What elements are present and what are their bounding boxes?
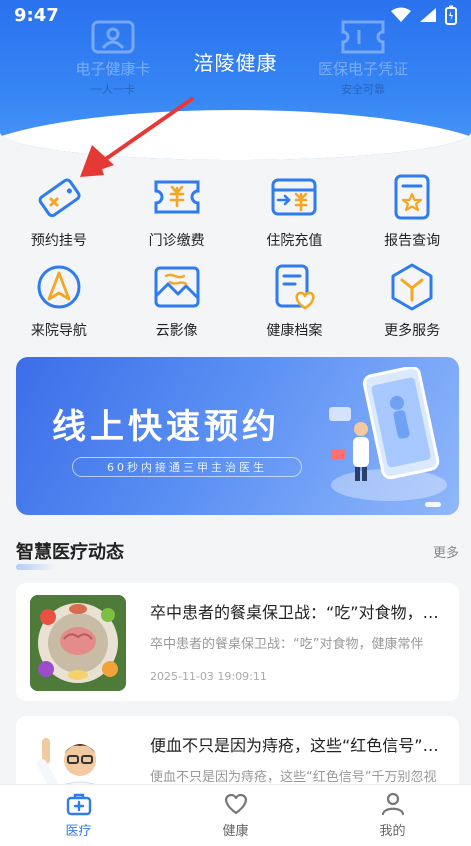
nav-tab-health[interactable]: 健康 bbox=[157, 785, 314, 846]
header: 9:47 电子健康卡 一人一卡 涪陵健康 医保电子凭证 安全可靠 bbox=[0, 0, 471, 160]
news-title: 便血不只是因为痔疮，这些“红色信号”千万别忽视 bbox=[150, 736, 445, 755]
heart-icon bbox=[224, 793, 247, 815]
quick-action-label: 来院导航 bbox=[30, 323, 87, 339]
bottom-navigation: 医疗 健康 我的 bbox=[0, 784, 471, 846]
battery-icon bbox=[445, 5, 457, 25]
quick-action-label: 云影像 bbox=[155, 323, 198, 339]
quick-action-report-query[interactable]: 报告查询 bbox=[353, 170, 471, 250]
quick-action-label: 住院充值 bbox=[266, 233, 323, 249]
more-link[interactable]: 更多 bbox=[433, 542, 459, 561]
quick-action-outpatient-payment[interactable]: 门诊缴费 bbox=[118, 170, 236, 250]
nav-tab-medical[interactable]: 医疗 bbox=[0, 785, 157, 846]
nav-label: 我的 bbox=[379, 824, 406, 839]
report-clipboard-icon bbox=[385, 170, 439, 224]
quick-action-label: 预约挂号 bbox=[30, 233, 87, 249]
nav-label: 健康 bbox=[222, 824, 249, 839]
banner-subtitle: 60秒内接通三甲主治医生 bbox=[72, 457, 302, 477]
quick-action-label: 报告查询 bbox=[384, 233, 441, 249]
news-section-header: 智慧医疗动态 更多 bbox=[16, 538, 459, 570]
wallet-recharge-icon bbox=[267, 170, 321, 224]
news-body: 卒中患者的餐桌保卫战：“吃”对食物，健康常伴 卒中患者的餐桌保卫战：“吃”对食物… bbox=[150, 595, 445, 689]
doctor-phone-illustration-icon bbox=[329, 367, 447, 501]
banner-indicator[interactable] bbox=[425, 502, 441, 507]
nav-label: 医疗 bbox=[65, 824, 92, 839]
news-date: 2025-11-03 19:09:11 bbox=[150, 670, 267, 683]
quick-action-label: 更多服务 bbox=[384, 323, 441, 339]
payment-ticket-icon bbox=[150, 170, 204, 224]
medical-kit-icon bbox=[66, 793, 91, 816]
quick-action-cloud-imaging[interactable]: 云影像 bbox=[118, 260, 236, 340]
news-description: 便血不只是因为痔疮，这些“红色信号”千万别忽视 bbox=[150, 770, 437, 785]
promo-banner[interactable]: 线上快速预约 60秒内接通三甲主治医生 bbox=[16, 357, 459, 515]
banner-title: 线上快速预约 bbox=[52, 407, 280, 447]
news-card[interactable]: 卒中患者的餐桌保卫战：“吃”对食物，健康常伴 卒中患者的餐桌保卫战：“吃”对食物… bbox=[16, 583, 459, 701]
health-record-icon bbox=[267, 260, 321, 314]
navigation-arrow-icon bbox=[32, 260, 86, 314]
quick-actions-grid: 预约挂号 门诊缴费 住院充值 报告查询 来院导航 云影像 健康档案 更多服务 bbox=[0, 170, 471, 340]
user-icon bbox=[381, 792, 404, 816]
quick-action-hospital-navigation[interactable]: 来院导航 bbox=[0, 260, 118, 340]
quick-action-health-record[interactable]: 健康档案 bbox=[236, 260, 354, 340]
nav-tab-profile[interactable]: 我的 bbox=[314, 785, 471, 846]
more-services-icon bbox=[385, 260, 439, 314]
cloud-image-icon bbox=[150, 260, 204, 314]
quick-action-inpatient-recharge[interactable]: 住院充值 bbox=[236, 170, 354, 250]
news-title: 卒中患者的餐桌保卫战：“吃”对食物，健康常伴 bbox=[150, 603, 445, 622]
news-description: 卒中患者的餐桌保卫战：“吃”对食物，健康常伴 bbox=[150, 637, 424, 652]
health-card-subtitle: 一人一卡 bbox=[91, 83, 135, 96]
quick-action-label: 健康档案 bbox=[266, 323, 323, 339]
quick-action-appointment[interactable]: 预约挂号 bbox=[0, 170, 118, 250]
quick-action-label: 门诊缴费 bbox=[148, 233, 205, 249]
insurance-card-subtitle: 安全可靠 bbox=[341, 83, 385, 96]
news-thumbnail-food-icon bbox=[30, 595, 126, 691]
page-title: 涪陵健康 bbox=[193, 51, 278, 75]
ticket-tag-icon bbox=[32, 170, 86, 224]
section-title: 智慧医疗动态 bbox=[16, 538, 124, 570]
quick-action-more-services[interactable]: 更多服务 bbox=[353, 260, 471, 340]
